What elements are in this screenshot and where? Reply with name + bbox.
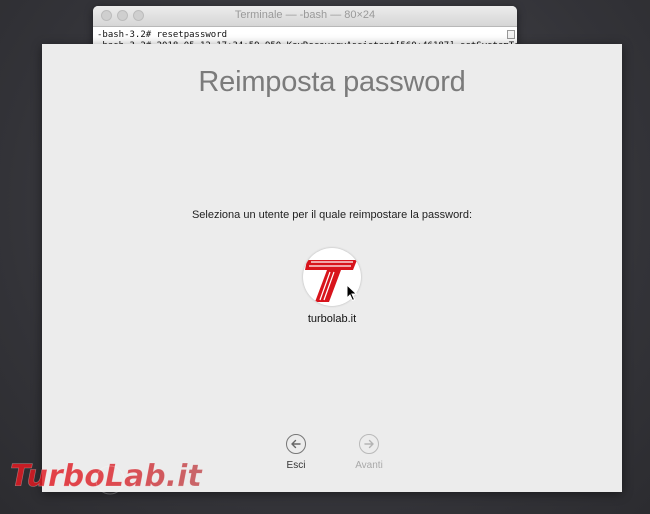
terminal-titlebar[interactable]: Terminale — -bash — 80×24 — [93, 6, 517, 27]
mouse-pointer-icon — [346, 284, 358, 302]
next-button-label: Avanti — [355, 460, 383, 471]
exit-button-label: Esci — [286, 460, 306, 471]
reset-password-panel: Reimposta password Seleziona un utente p… — [42, 44, 622, 492]
page-title: Reimposta password — [198, 66, 466, 98]
user-name: turbolab.it — [307, 313, 357, 325]
instruction-text: Seleziona un utente per il quale reimpos… — [191, 209, 473, 221]
next-button[interactable]: Avanti — [339, 434, 399, 478]
user-tile[interactable]: turbolab.it — [287, 244, 377, 326]
turbolab-watermark-logo: TurboLab.it — [10, 459, 204, 495]
arrow-left-circle-icon — [291, 439, 301, 449]
arrow-right-circle-icon — [364, 439, 374, 449]
terminal-scroll-icon[interactable] — [507, 30, 515, 39]
watermark-text: TurboLab.it — [10, 459, 203, 494]
exit-button[interactable]: Esci — [266, 434, 326, 478]
terminal-title: Terminale — -bash — 80×24 — [234, 9, 376, 21]
terminal-line: -bash-3.2# resetpassword — [97, 30, 228, 40]
